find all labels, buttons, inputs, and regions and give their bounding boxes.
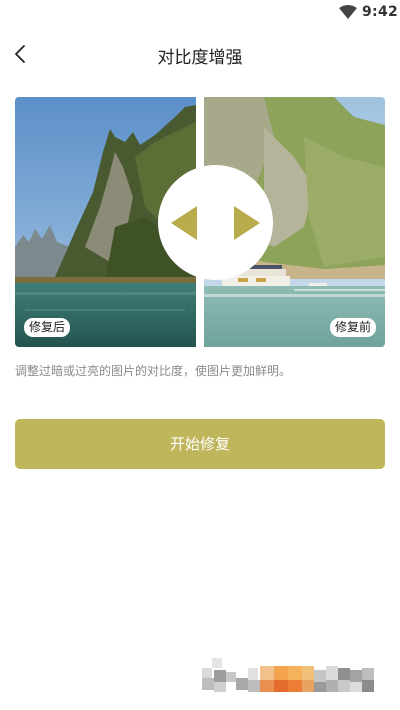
header: 对比度增强	[0, 34, 400, 74]
start-repair-button[interactable]: 开始修复	[15, 419, 385, 469]
compare-slider-handle[interactable]	[158, 165, 273, 280]
wifi-icon	[339, 5, 357, 19]
triangle-left-icon	[171, 206, 197, 240]
before-label: 修复前	[329, 318, 376, 337]
feature-description: 调整过暗或过亮的图片的对比度，使图片更加鲜明。	[15, 364, 292, 378]
status-bar: 9:42	[0, 0, 400, 24]
after-label: 修复后	[24, 318, 71, 337]
pixelated-watermark	[202, 658, 380, 700]
triangle-right-icon	[234, 206, 260, 240]
comparison-view[interactable]: 修复后 修复前	[15, 97, 385, 347]
status-time: 9:42	[362, 4, 399, 20]
page-title: 对比度增强	[157, 48, 243, 68]
